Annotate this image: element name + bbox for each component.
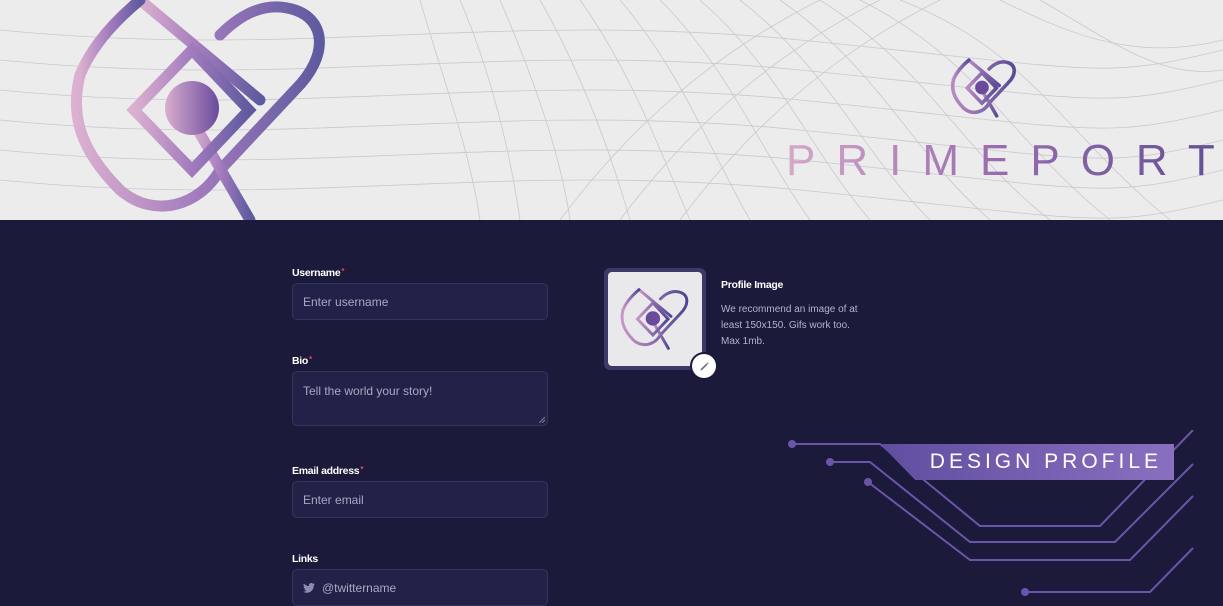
- links-label: Links: [292, 553, 318, 565]
- pencil-icon: [699, 361, 709, 371]
- email-label-text: Email address: [292, 465, 360, 477]
- required-marker: *: [309, 355, 312, 364]
- required-marker: *: [360, 465, 364, 474]
- profile-image-upload[interactable]: [604, 268, 706, 370]
- prime-logo-icon: [950, 58, 1017, 118]
- email-input[interactable]: Enter email: [292, 481, 548, 518]
- bio-label: Bio*: [292, 355, 312, 367]
- design-profile-tag: DESIGN PROFILE: [880, 444, 1174, 480]
- resize-handle-icon[interactable]: [539, 417, 545, 423]
- email-placeholder: Enter email: [303, 492, 364, 507]
- username-placeholder: Enter username: [303, 294, 389, 309]
- brand-wordmark: PRIMEPORT: [786, 136, 1223, 186]
- profile-form-section: Username* Enter username Bio* Tell the w…: [0, 220, 1223, 606]
- prime-logo-icon: [620, 288, 689, 350]
- username-label-text: Username: [292, 267, 341, 279]
- twitter-input[interactable]: @twittername: [292, 569, 548, 606]
- bio-textarea[interactable]: Tell the world your story!: [292, 371, 548, 426]
- profile-image-title: Profile Image: [721, 279, 784, 291]
- twitter-icon: [303, 582, 315, 593]
- required-marker: *: [341, 267, 345, 276]
- bio-label-text: Bio: [292, 355, 309, 367]
- email-label: Email address*: [292, 465, 363, 477]
- username-label: Username*: [292, 267, 345, 279]
- header-banner: PRIMEPORT: [0, 0, 1223, 220]
- bio-placeholder: Tell the world your story!: [303, 384, 433, 398]
- username-input[interactable]: Enter username: [292, 283, 548, 320]
- profile-image-preview: [608, 272, 702, 366]
- edit-profile-image-button[interactable]: [692, 354, 716, 378]
- profile-image-description: We recommend an image of at least 150x15…: [721, 304, 858, 347]
- prime-logo-icon: [70, 0, 325, 220]
- twitter-placeholder: @twittername: [322, 580, 397, 595]
